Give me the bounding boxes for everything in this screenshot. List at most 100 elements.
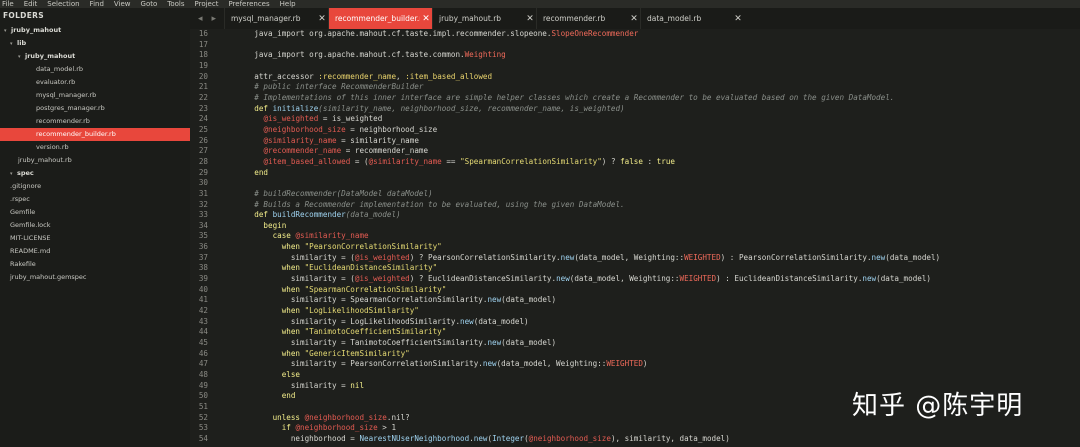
tree-folder[interactable]: ▾ jruby_mahout [0, 50, 190, 63]
code-line[interactable]: 26 @similarity_name = similarity_name [190, 136, 1080, 147]
tree-folder[interactable]: ▾ spec [0, 167, 190, 180]
tree-folder[interactable]: ▾ jruby_mahout [0, 24, 190, 37]
code-token: (data_model, Weighting:: [569, 274, 680, 284]
code-line[interactable]: 38 when "EuclideanDistanceSimilarity" [190, 263, 1080, 274]
tree-file[interactable]: mysql_manager.rb [0, 89, 190, 102]
code-line[interactable]: 42 when "LogLikelihoodSimilarity" [190, 306, 1080, 317]
tree-file[interactable]: .rspec [0, 193, 190, 206]
tree-file[interactable]: jruby_mahout.gemspec [0, 271, 190, 284]
code-line[interactable]: 24 @is_weighted = is_weighted [190, 114, 1080, 125]
tree-file[interactable]: MIT-LICENSE [0, 232, 190, 245]
menu-item-help[interactable]: Help [275, 0, 301, 8]
menu-item-edit[interactable]: Edit [19, 0, 43, 8]
line-code: # buildRecommender(DataModel dataModel) [236, 189, 432, 200]
code-token: @neighborhood_size [304, 412, 387, 422]
code-line[interactable]: 45 similarity = TanimotoCoefficientSimil… [190, 338, 1080, 349]
code-line[interactable]: 36 when "PearsonCorrelationSimilarity" [190, 242, 1080, 253]
code-line[interactable]: 27 @recommender_name = recommender_name [190, 146, 1080, 157]
tree-item-label: .gitignore [10, 182, 42, 190]
line-number: 46 [198, 348, 208, 358]
tree-file[interactable]: README.md [0, 245, 190, 258]
code-line[interactable]: 31 # buildRecommender(DataModel dataMode… [190, 189, 1080, 200]
line-number: 33 [198, 210, 208, 220]
menu-item-find[interactable]: Find [85, 0, 109, 8]
code-line[interactable]: 34 begin [190, 221, 1080, 232]
line-number: 17 [198, 39, 208, 49]
code-line[interactable]: 46 when "GenericItemSimilarity" [190, 349, 1080, 360]
menu-item-goto[interactable]: Goto [136, 0, 163, 8]
editor-tab[interactable]: data_model.rb ✕ [640, 8, 744, 29]
tree-file[interactable]: jruby_mahout.rb [0, 154, 190, 167]
code-token: ) ? PearsonCorrelationSimilarity. [409, 252, 561, 262]
menu-item-view[interactable]: View [109, 0, 136, 8]
tree-file[interactable]: .gitignore [0, 180, 190, 193]
tree-file[interactable]: data_model.rb [0, 63, 190, 76]
chevron-right-icon[interactable]: ▸ [212, 14, 217, 24]
code-line[interactable]: 17 [190, 40, 1080, 51]
code-line[interactable]: 18 java_import org.apache.mahout.cf.tast… [190, 50, 1080, 61]
code-line[interactable]: 29 end [190, 168, 1080, 179]
code-token: if [236, 423, 296, 433]
code-line[interactable]: 54 neighborhood = NearestNUserNeighborho… [190, 434, 1080, 445]
code-line[interactable]: 22 # Implementations of this inner inter… [190, 93, 1080, 104]
code-token: begin [236, 220, 287, 230]
line-number: 38 [198, 263, 208, 273]
code-line[interactable]: 28 @item_based_allowed = (@similarity_na… [190, 157, 1080, 168]
menu-item-project[interactable]: Project [190, 0, 224, 8]
menu-item-tools[interactable]: Tools [162, 0, 189, 8]
tree-file[interactable]: Rakefile [0, 258, 190, 271]
code-line[interactable]: 40 when "SpearmanCorrelationSimilarity" [190, 285, 1080, 296]
code-line[interactable]: 41 similarity = SpearmanCorrelationSimil… [190, 295, 1080, 306]
code-line[interactable]: 47 similarity = PearsonCorrelationSimila… [190, 359, 1080, 370]
menu-item-file[interactable]: File [0, 0, 19, 8]
code-line[interactable]: 21 # public interface RecommenderBuilder [190, 82, 1080, 93]
editor-tab[interactable]: mysql_manager.rb ✕ [224, 8, 328, 29]
code-token: NearestNUserNeighborhood [359, 433, 470, 443]
editor-tab[interactable]: recommender_builder.rb ✕ [328, 8, 432, 29]
code-token: when [236, 327, 305, 337]
editor-tab[interactable]: recommender.rb ✕ [536, 8, 640, 29]
close-icon[interactable]: ✕ [628, 14, 640, 24]
line-number: 20 [198, 71, 208, 81]
tree-file[interactable]: recommender_builder.rb [0, 128, 190, 141]
line-number: 23 [198, 103, 208, 113]
code-line[interactable]: 25 @neighborhood_size = neighborhood_siz… [190, 125, 1080, 136]
tree-file[interactable]: evaluator.rb [0, 76, 190, 89]
code-line[interactable]: 19 [190, 61, 1080, 72]
code-line[interactable]: 37 similarity = (@is_weighted) ? Pearson… [190, 253, 1080, 264]
line-number: 37 [198, 252, 208, 262]
menu-bar: File Edit Selection Find View Goto Tools Projec… [0, 0, 1080, 8]
code-line[interactable]: 39 similarity = (@is_weighted) ? Euclide… [190, 274, 1080, 285]
close-icon[interactable]: ✕ [524, 14, 536, 24]
menu-item-preferences[interactable]: Preferences [223, 0, 274, 8]
code-line[interactable]: 48 else [190, 370, 1080, 381]
code-line[interactable]: 33 def buildRecommender(data_model) [190, 210, 1080, 221]
code-line[interactable]: 16 java_import org.apache.mahout.cf.tast… [190, 29, 1080, 40]
code-token: end [236, 167, 269, 177]
code-line[interactable]: 53 if @neighborhood_size > 1 [190, 423, 1080, 434]
code-line[interactable]: 30 [190, 178, 1080, 189]
tree-file[interactable]: Gemfile.lock [0, 219, 190, 232]
menu-item-selection[interactable]: Selection [42, 0, 84, 8]
tree-file[interactable]: version.rb [0, 141, 190, 154]
code-line[interactable]: 44 when "TanimotoCoefficientSimilarity" [190, 327, 1080, 338]
tree-file[interactable]: recommender.rb [0, 115, 190, 128]
code-token: ) ? EuclideanDistanceSimilarity. [409, 274, 557, 284]
line-code: similarity = SpearmanCorrelationSimilari… [236, 295, 556, 306]
tree-file[interactable]: Gemfile [0, 206, 190, 219]
code-line[interactable]: 43 similarity = LogLikelihoodSimilarity.… [190, 317, 1080, 328]
tree-item-label: recommender.rb [36, 117, 90, 125]
tree-folder[interactable]: ▾ lib [0, 37, 190, 50]
editor-tab[interactable]: jruby_mahout.rb ✕ [432, 8, 536, 29]
code-line[interactable]: 35 case @similarity_name [190, 231, 1080, 242]
close-icon[interactable]: ✕ [316, 14, 328, 24]
code-line[interactable]: 23 def initialize(similarity_name, neigh… [190, 104, 1080, 115]
code-line[interactable]: 20 attr_accessor :recommender_name, :ite… [190, 72, 1080, 83]
close-icon[interactable]: ✕ [420, 14, 432, 24]
close-icon[interactable]: ✕ [732, 14, 744, 24]
line-code: similarity = TanimotoCoefficientSimilari… [236, 338, 556, 349]
tree-file[interactable]: postgres_manager.rb [0, 102, 190, 115]
chevron-left-icon[interactable]: ◂ [198, 14, 203, 24]
code-line[interactable]: 32 # Builds a Recommender implementation… [190, 200, 1080, 211]
